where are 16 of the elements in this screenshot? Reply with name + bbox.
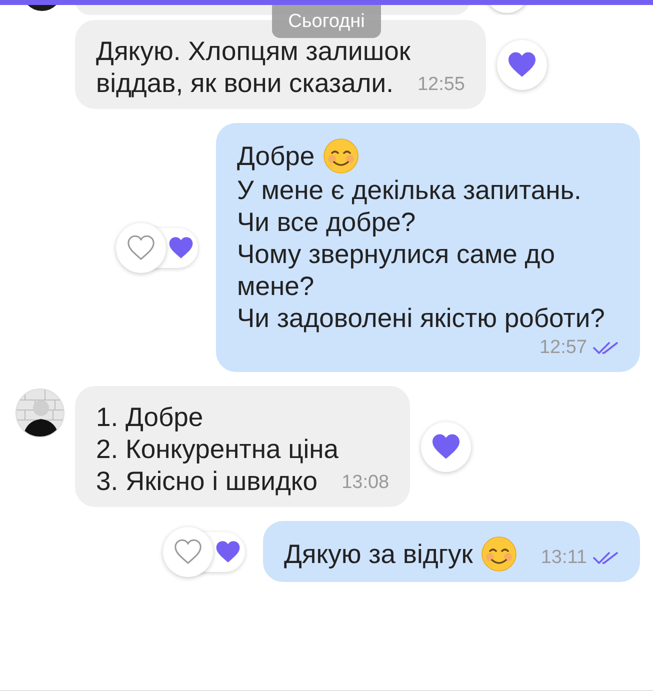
message-time: 13:08 (342, 472, 390, 494)
message-time: 13:11 (540, 547, 587, 569)
message-text: 1. Добре (96, 401, 204, 433)
message-text: віддав, як вони сказали. (96, 67, 394, 99)
message-time: 12:57 (539, 337, 587, 359)
message-text: Дякую за відгук (284, 538, 473, 570)
message-text: Добре (237, 140, 315, 172)
message-text: Чи задоволені якістю роботи? (237, 302, 605, 334)
message-text: Чому звернулися саме до мене? (237, 238, 556, 302)
message-text: 2. Конкурентна ціна (96, 433, 339, 465)
message-time: 12:55 (417, 74, 465, 96)
message-text: 3. Якісно і швидко (96, 465, 318, 497)
message-text: У мене є декілька запитань. (237, 174, 582, 206)
date-label: Сьогодні (272, 5, 381, 38)
message-text: Чи все добре? (237, 206, 416, 238)
message-text: Дякую. Хлопцям залишок (96, 35, 410, 67)
